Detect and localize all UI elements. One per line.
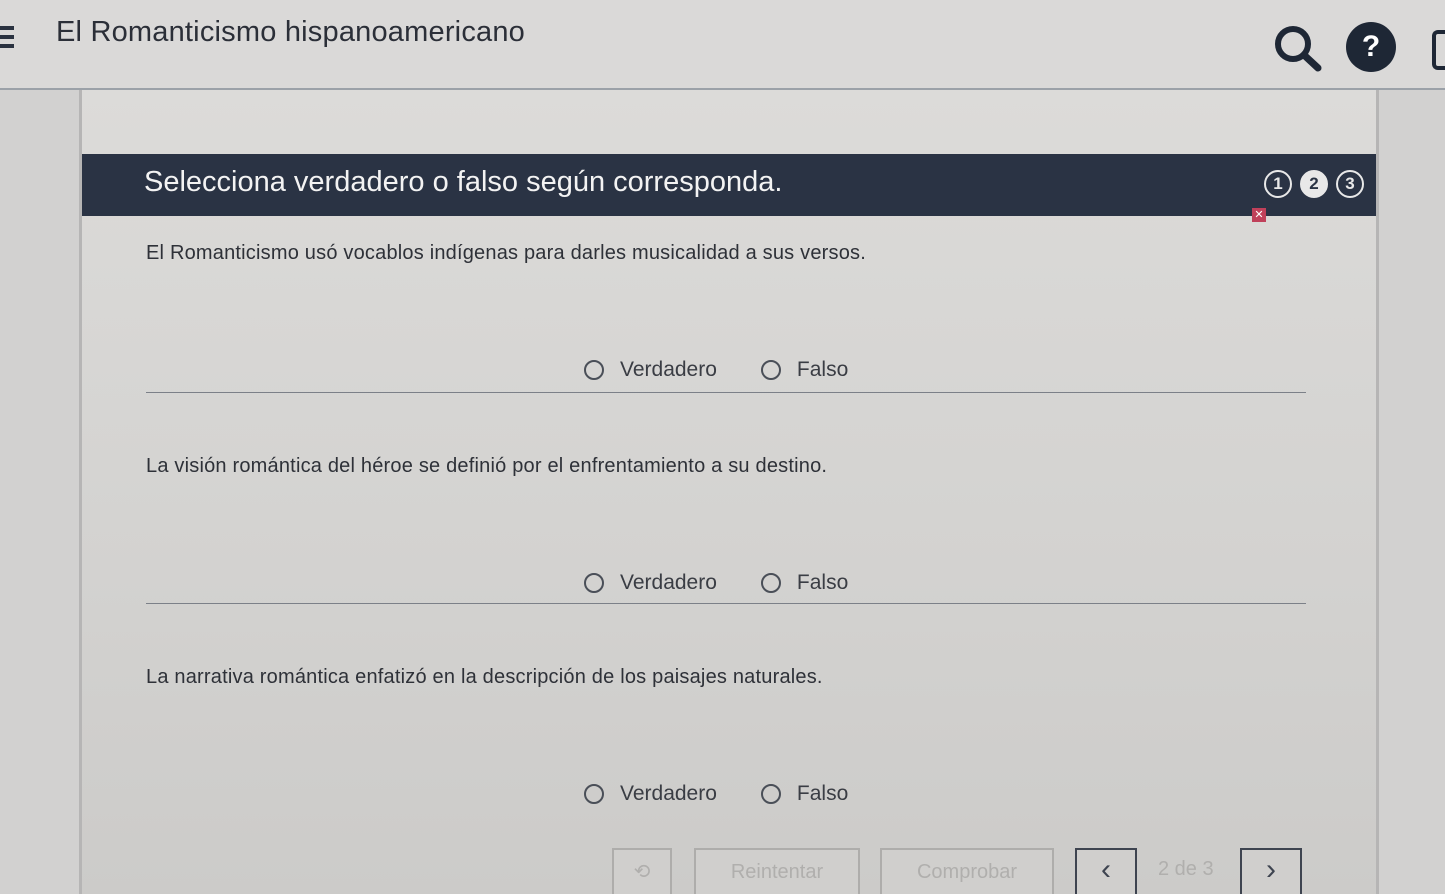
instruction-text: Selecciona verdadero o falso según corre… — [144, 166, 783, 198]
radio-button[interactable] — [584, 573, 604, 593]
right-margin — [1376, 90, 1445, 894]
option-label: Verdadero — [620, 571, 717, 594]
activity-panel: Selecciona verdadero o falso según corre… — [82, 90, 1376, 894]
question-2: La visión romántica del héroe se definió… — [146, 455, 1306, 604]
option-label: Verdadero — [620, 782, 717, 805]
option-falso[interactable]: Falso — [760, 571, 849, 595]
question-text: La narrativa romántica enfatizó en la de… — [146, 666, 823, 688]
option-falso[interactable]: Falso — [760, 358, 849, 382]
previous-page-button[interactable]: ‹ — [1075, 848, 1137, 894]
answer-options: Verdadero Falso — [584, 571, 892, 595]
question-3: La narrativa romántica enfatizó en la de… — [146, 666, 1306, 805]
option-label: Falso — [796, 571, 849, 594]
top-bar: El Romanticismo hispanoamericano ? — [0, 0, 1445, 90]
retry-button[interactable]: Reintentar — [694, 848, 860, 894]
hamburger-menu-icon[interactable] — [0, 26, 14, 58]
app-title: El Romanticismo hispanoamericano — [56, 16, 525, 48]
radio-button[interactable] — [760, 573, 781, 593]
option-verdadero[interactable]: Verdadero — [584, 571, 717, 595]
option-falso[interactable]: Falso — [760, 782, 849, 806]
option-verdadero[interactable]: Verdadero — [584, 782, 717, 806]
answer-options: Verdadero Falso — [584, 782, 892, 806]
check-button[interactable]: Comprobar — [880, 848, 1054, 894]
question-1: El Romanticismo usó vocablos indígenas p… — [146, 242, 1306, 393]
divider — [146, 392, 1306, 393]
bottom-controls: ⟲ Reintentar Comprobar ‹ 2 de 3 › — [82, 846, 1376, 894]
app-window: El Romanticismo hispanoamericano ? Selec… — [0, 0, 1445, 894]
step-3[interactable]: 3 — [1336, 170, 1364, 198]
step-2-current[interactable]: 2 — [1300, 170, 1328, 198]
step-indicator: 1 2 3 — [1264, 170, 1364, 198]
option-label: Falso — [796, 782, 849, 805]
page-indicator: 2 de 3 — [1158, 858, 1214, 880]
radio-button[interactable] — [584, 360, 604, 380]
question-text: El Romanticismo usó vocablos indígenas p… — [146, 242, 866, 264]
radio-button[interactable] — [584, 784, 604, 804]
error-marker-icon: ✕ — [1252, 208, 1266, 222]
undo-button[interactable]: ⟲ — [612, 848, 672, 894]
divider — [146, 603, 1306, 604]
radio-button[interactable] — [760, 784, 781, 804]
help-icon[interactable]: ? — [1346, 22, 1396, 72]
radio-button[interactable] — [760, 360, 781, 380]
option-label: Falso — [796, 358, 849, 381]
option-label: Verdadero — [620, 358, 717, 381]
step-1[interactable]: 1 — [1264, 170, 1292, 198]
left-margin — [0, 90, 82, 894]
bookmark-icon[interactable] — [1432, 30, 1445, 70]
next-page-button[interactable]: › — [1240, 848, 1302, 894]
answer-options: Verdadero Falso — [584, 358, 892, 382]
option-verdadero[interactable]: Verdadero — [584, 358, 717, 382]
search-icon[interactable] — [1272, 24, 1324, 72]
instruction-bar: Selecciona verdadero o falso según corre… — [82, 154, 1376, 216]
question-text: La visión romántica del héroe se definió… — [146, 455, 828, 477]
